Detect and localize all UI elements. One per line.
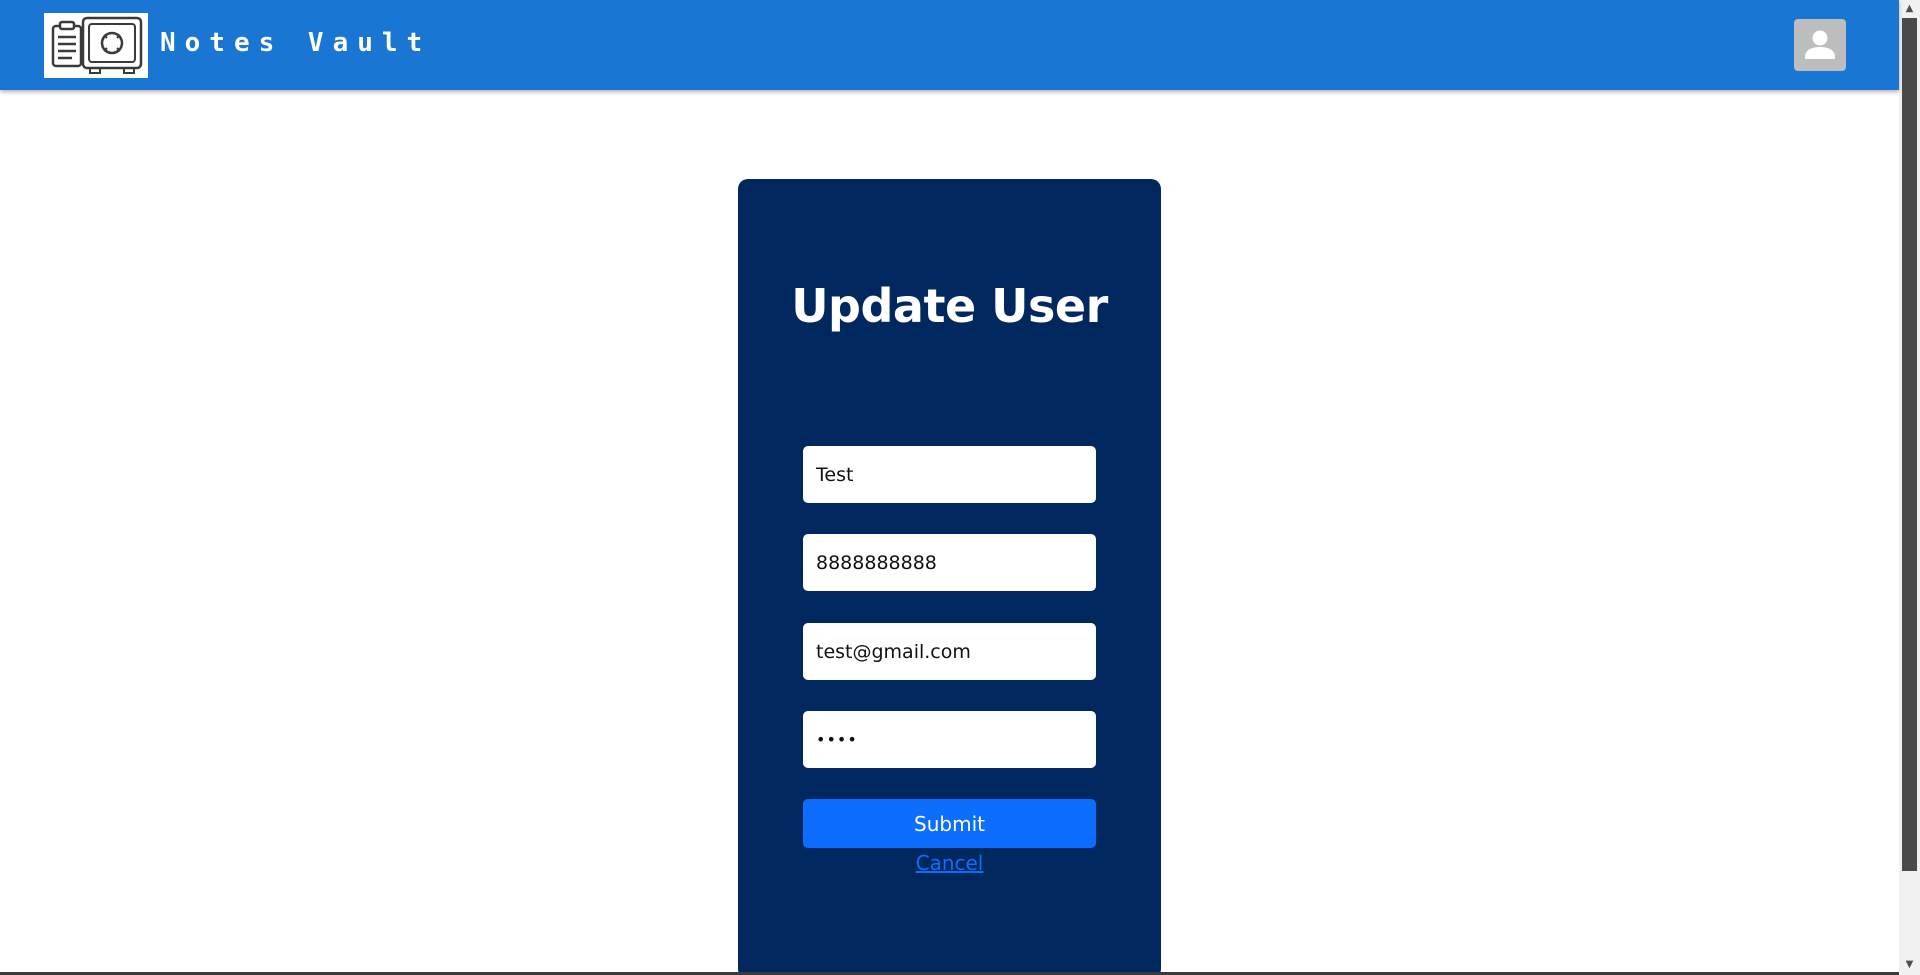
app-window: Notes Vault Update User Submit Cancel ▲ …	[0, 0, 1920, 975]
cancel-link-wrapper: Cancel	[738, 851, 1161, 875]
vertical-scrollbar[interactable]: ▲ ▼	[1899, 0, 1920, 975]
scroll-down-arrow-icon[interactable]: ▼	[1899, 956, 1920, 973]
submit-button[interactable]: Submit	[803, 799, 1096, 848]
form-title: Update User	[791, 279, 1108, 333]
name-field[interactable]	[803, 446, 1096, 503]
top-app-bar: Notes Vault	[0, 0, 1899, 90]
email-field[interactable]	[803, 623, 1096, 680]
scrollbar-thumb[interactable]	[1902, 18, 1917, 871]
user-avatar-button[interactable]	[1794, 19, 1846, 71]
password-field[interactable]	[803, 711, 1096, 768]
update-user-card: Update User Submit Cancel	[738, 179, 1161, 975]
notes-safe-icon[interactable]	[44, 13, 148, 78]
user-avatar-icon	[1805, 30, 1835, 59]
scroll-up-arrow-icon[interactable]: ▲	[1899, 0, 1920, 17]
phone-field[interactable]	[803, 534, 1096, 591]
cancel-link[interactable]: Cancel	[916, 851, 984, 875]
app-title: Notes Vault	[160, 28, 432, 58]
